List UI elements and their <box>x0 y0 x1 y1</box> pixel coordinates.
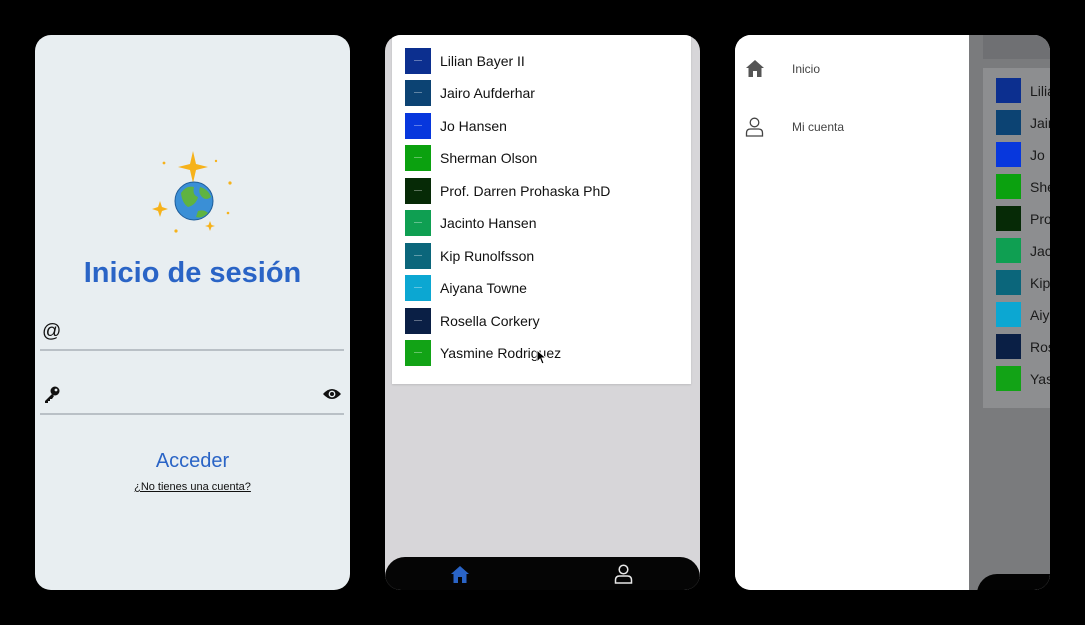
list-item[interactable]: Aiyana Towne <box>392 273 691 305</box>
color-swatch <box>996 78 1021 103</box>
drawer-screen: Inicio Mi cuenta Lilia Jair <box>735 35 1050 590</box>
list-item-name: Yas <box>1030 371 1050 387</box>
list-item[interactable]: Prof. Darren Prohaska PhD <box>392 176 691 208</box>
bottom-tab-bar <box>385 557 700 590</box>
email-field[interactable]: @ <box>40 317 344 351</box>
list-item-name: Aiy <box>1030 307 1050 323</box>
color-swatch <box>996 110 1021 135</box>
list-item-name: Jair <box>1030 115 1050 131</box>
list-item[interactable]: Lilian Bayer II <box>392 46 691 78</box>
list-item-name: Jacinto Hansen <box>440 215 537 231</box>
key-icon <box>42 385 62 411</box>
login-button[interactable]: Acceder <box>35 450 350 473</box>
color-swatch <box>996 238 1021 263</box>
list-item-name: Aiyana Towne <box>440 280 527 296</box>
at-icon: @ <box>42 321 62 342</box>
user-icon <box>745 117 764 142</box>
list-item[interactable]: Sherman Olson <box>392 143 691 175</box>
color-swatch <box>996 366 1021 391</box>
signup-link[interactable]: ¿No tienes una cuenta? <box>35 481 350 493</box>
mouse-cursor-icon <box>536 348 548 370</box>
color-swatch <box>405 145 431 171</box>
email-input[interactable] <box>72 319 304 347</box>
color-swatch <box>405 243 431 269</box>
list-item[interactable]: Kip Runolfsson <box>392 241 691 273</box>
drawer-item-label: Inicio <box>792 62 821 76</box>
list-item-name: Jac <box>1030 243 1050 259</box>
color-swatch <box>996 302 1021 327</box>
list-item-name: Lilian Bayer II <box>440 53 525 69</box>
tab-home[interactable] <box>450 565 470 589</box>
dimmed-list-card: Lilia Jair Jo She Pro Jac <box>983 68 1050 408</box>
color-swatch <box>405 275 431 301</box>
color-swatch <box>405 80 431 106</box>
list-item[interactable]: Jacinto Hansen <box>392 208 691 240</box>
color-swatch <box>996 334 1021 359</box>
eye-icon[interactable] <box>322 387 342 406</box>
drawer-item-label: Mi cuenta <box>792 120 845 134</box>
color-swatch <box>405 113 431 139</box>
color-swatch <box>996 142 1021 167</box>
list-item-name: Jairo Aufderhar <box>440 85 535 101</box>
bottom-tab-bar <box>977 574 1050 590</box>
color-swatch <box>996 206 1021 231</box>
password-field[interactable] <box>40 381 344 415</box>
login-screen: Inicio de sesión @ Acceder ¿No tienes un… <box>35 35 350 590</box>
list-item[interactable]: Rosella Corkery <box>392 306 691 338</box>
password-input[interactable] <box>72 383 304 411</box>
navigation-drawer: Inicio Mi cuenta <box>735 35 969 590</box>
page-title: Inicio de sesión <box>83 257 302 289</box>
list-item-name: Pro <box>1030 211 1050 227</box>
tab-account[interactable] <box>614 564 633 589</box>
list-screen: Lilian Bayer II Jairo Aufderhar Jo Hanse… <box>385 35 700 590</box>
list-item-name: Jo <box>1030 147 1045 163</box>
list-item-name: Rosella Corkery <box>440 313 540 329</box>
list-item-name: Kip <box>1030 275 1050 291</box>
drawer-item-mi-cuenta[interactable]: Mi cuenta <box>735 107 969 147</box>
list-item-name: Ros <box>1030 339 1050 355</box>
globe-sparkles-icon <box>35 147 350 242</box>
color-swatch <box>405 178 431 204</box>
list-item-name: Sherman Olson <box>440 150 538 166</box>
list-item-name: She <box>1030 179 1050 195</box>
color-swatch <box>405 210 431 236</box>
color-swatch <box>996 270 1021 295</box>
list-card: Lilian Bayer II Jairo Aufderhar Jo Hanse… <box>392 35 691 384</box>
list-item-name: Jo Hansen <box>440 118 507 134</box>
color-swatch <box>405 48 431 74</box>
home-icon <box>745 59 765 83</box>
home-icon <box>451 566 469 583</box>
list-item-name: Kip Runolfsson <box>440 248 535 264</box>
drawer-backdrop[interactable]: Lilia Jair Jo She Pro Jac <box>969 35 1050 590</box>
list-item[interactable]: Jairo Aufderhar <box>392 78 691 110</box>
list-item[interactable]: Jo Hansen <box>392 111 691 143</box>
user-icon <box>614 564 633 584</box>
color-swatch <box>996 174 1021 199</box>
drawer-item-inicio[interactable]: Inicio <box>735 49 969 89</box>
list-item-name: Lilia <box>1030 83 1050 99</box>
color-swatch <box>405 308 431 334</box>
list-item-name: Prof. Darren Prohaska PhD <box>440 183 611 199</box>
color-swatch <box>405 340 431 366</box>
